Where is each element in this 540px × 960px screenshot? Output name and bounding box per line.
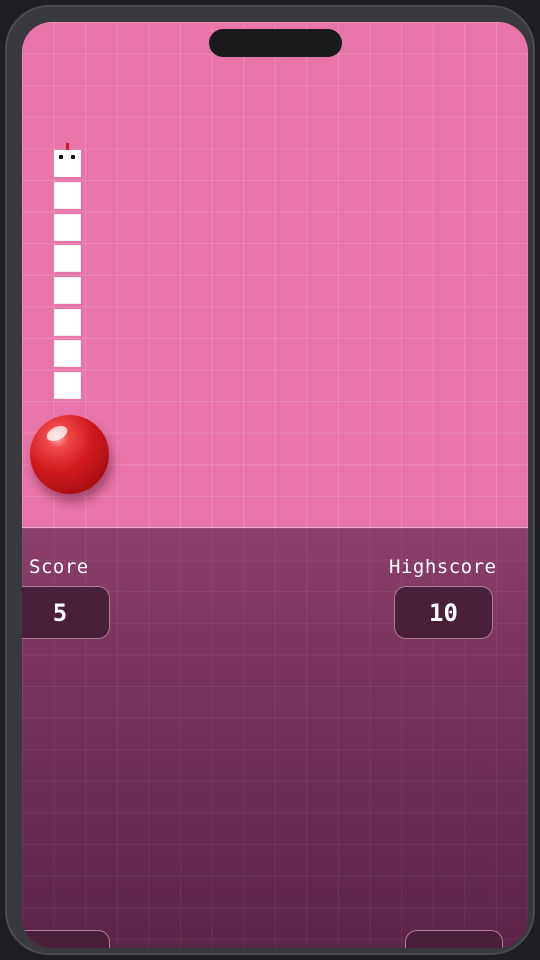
food-apple [30,415,109,494]
snake-eye-right [71,155,75,159]
highscore-value: 10 [429,598,458,627]
snake-segment [54,309,81,336]
score-value-box: 5 [22,586,110,639]
highscore-value-box: 10 [394,586,493,639]
highscore-label: Highscore [389,556,497,578]
snake-segment [54,277,81,304]
snake-segment [54,372,81,399]
snake-eye-left [59,155,63,159]
phone-frame: Score 5 Highscore 10 [5,5,535,955]
snake-segment [54,182,81,209]
game-screen: Score 5 Highscore 10 [22,22,528,948]
game-board[interactable] [22,22,528,528]
snake-segment [54,214,81,241]
camera-notch [209,29,342,57]
snake-segment [54,340,81,367]
snake-head [54,143,81,177]
left-control-button[interactable] [22,930,110,948]
score-value: 5 [52,598,68,627]
apple-highlight [44,422,70,445]
snake-tongue [66,143,69,150]
score-panel: Score 5 Highscore 10 [22,528,528,948]
score-label: Score [29,556,89,578]
right-control-button[interactable] [405,930,503,948]
snake-segment [54,245,81,272]
